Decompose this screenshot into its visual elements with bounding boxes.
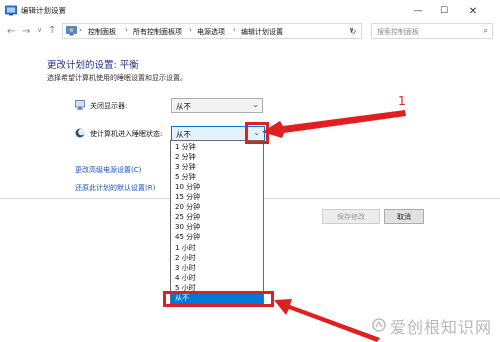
- cancel-button[interactable]: 取消: [384, 209, 424, 224]
- display-off-value: 从不: [176, 102, 191, 111]
- breadcrumb-separator-icon: ›: [233, 26, 236, 34]
- chevron-down-icon: ⌄: [252, 100, 259, 109]
- sleep-moon-icon: [75, 128, 85, 138]
- display-off-label: 关闭显示器:: [90, 102, 128, 110]
- page-subtitle: 选择希望计算机使用的睡眠设置和显示设置。: [47, 74, 187, 82]
- restore-defaults-link[interactable]: 还原此计划的默认设置(R): [75, 183, 155, 193]
- display-off-select[interactable]: 从不 ⌄: [171, 98, 263, 113]
- annotation-arrow-top: [262, 110, 406, 138]
- annotation-box-chevron: [245, 122, 269, 144]
- search-icon: ⌕: [483, 26, 488, 35]
- refresh-button[interactable]: ↻: [345, 24, 361, 38]
- close-button[interactable]: ✕: [460, 0, 486, 22]
- refresh-icon: ↻: [349, 26, 357, 36]
- dropdown-option[interactable]: 30 分钟: [171, 222, 263, 233]
- window-title: 编辑计划设置: [21, 6, 66, 15]
- recent-chevron-icon[interactable]: ∨: [37, 26, 42, 34]
- minimize-button[interactable]: —: [405, 0, 431, 22]
- maximize-icon: ☐: [439, 6, 449, 16]
- dropdown-option[interactable]: 2 小时: [171, 253, 263, 264]
- annotation-arrow-bottom: [274, 299, 380, 342]
- sleep-label: 使计算机进入睡眠状态:: [90, 130, 163, 138]
- search-placeholder: 搜索控制面板: [377, 28, 419, 36]
- advanced-power-settings-link[interactable]: 更改高级电源设置(C): [75, 165, 141, 175]
- dropdown-option[interactable]: 4 小时: [171, 273, 263, 284]
- control-panel-icon: [66, 26, 77, 36]
- dropdown-option[interactable]: 3 分钟: [171, 162, 263, 173]
- dropdown-option[interactable]: 5 分钟: [171, 172, 263, 183]
- watermark-logo-icon: [372, 318, 386, 332]
- address-bar[interactable]: › 控制面板 › 所有控制面板项 › 电源选项 › 编辑计划设置 ∨: [62, 23, 362, 39]
- dropdown-option[interactable]: 3 小时: [171, 263, 263, 274]
- breadcrumb-control-panel[interactable]: 控制面板: [88, 27, 116, 37]
- breadcrumb-power-options[interactable]: 电源选项: [197, 27, 225, 37]
- dropdown-option[interactable]: 15 分钟: [171, 192, 263, 203]
- back-arrow-icon[interactable]: ←: [7, 26, 15, 37]
- breadcrumb-separator-icon: ›: [79, 26, 82, 34]
- breadcrumb-all-items[interactable]: 所有控制面板项: [133, 27, 182, 37]
- search-box[interactable]: 搜索控制面板 ⌕: [371, 23, 493, 39]
- power-options-icon: [5, 5, 17, 16]
- forward-arrow-icon[interactable]: →: [22, 26, 30, 37]
- annotation-box-never: [163, 291, 274, 307]
- monitor-icon: [75, 100, 85, 110]
- page-title: 更改计划的设置: 平衡: [47, 60, 139, 71]
- dropdown-option[interactable]: 10 分钟: [171, 182, 263, 193]
- annotation-number: 1: [398, 94, 406, 108]
- breadcrumb-edit-plan[interactable]: 编辑计划设置: [241, 27, 283, 37]
- dropdown-option[interactable]: 25 分钟: [171, 212, 263, 223]
- sleep-value: 从不: [176, 130, 191, 139]
- close-icon: ✕: [468, 5, 478, 17]
- minimize-icon: —: [413, 6, 423, 16]
- breadcrumb-separator-icon: ›: [189, 26, 192, 34]
- up-arrow-icon[interactable]: ↑: [48, 25, 56, 36]
- watermark-text: 爱创根知识网: [390, 318, 493, 337]
- sleep-dropdown-list[interactable]: 1 分钟 2 分钟 3 分钟 5 分钟 10 分钟 15 分钟 20 分钟 25 分钟 30 分…: [170, 140, 264, 305]
- breadcrumb-separator-icon: ›: [125, 26, 128, 34]
- dropdown-option[interactable]: 2 分钟: [171, 152, 263, 163]
- maximize-button[interactable]: ☐: [431, 0, 457, 22]
- dropdown-option[interactable]: 20 分钟: [171, 202, 263, 213]
- save-changes-button[interactable]: 保存修改: [322, 209, 380, 224]
- dropdown-option[interactable]: 45 分钟: [171, 232, 263, 243]
- dropdown-option[interactable]: 1 小时: [171, 243, 263, 254]
